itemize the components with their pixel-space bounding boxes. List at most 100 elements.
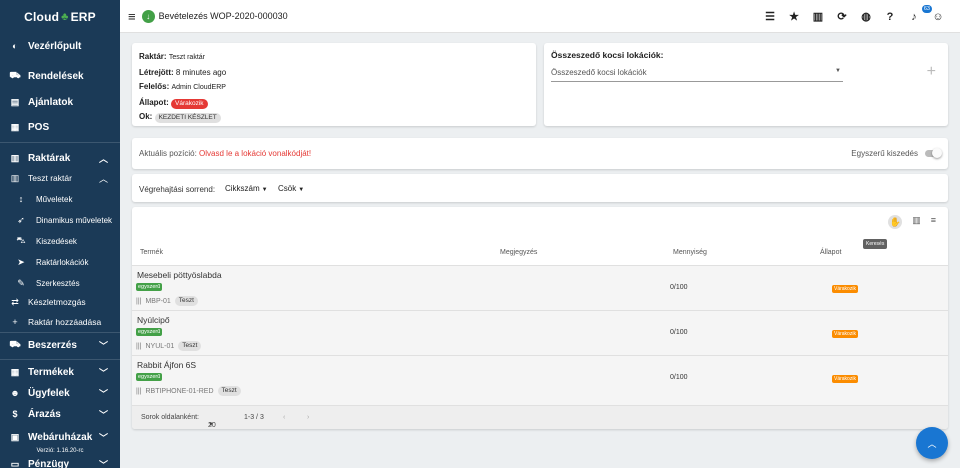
sidebar-item-pos[interactable]: ▦ POS bbox=[0, 119, 120, 135]
money-icon: ▭ bbox=[10, 458, 20, 468]
simple-tag: egyszerű bbox=[136, 373, 163, 381]
column-header-note[interactable]: Megjegyzés bbox=[500, 249, 537, 256]
sidebar: Cloud ♣ ERP ◐ Vezérlőpult ⛟ Rendelések ▤ Aj… bbox=[0, 0, 120, 468]
sidebar-item-dynamic-operations[interactable]: ➶ Dinamikus műveletek bbox=[0, 213, 120, 227]
sort-field-dropdown[interactable]: Cikkszám ▼ bbox=[225, 184, 268, 193]
caret-down-icon: ▼ bbox=[835, 68, 841, 74]
status-chip: Várakozik bbox=[171, 98, 208, 109]
chevron-down-icon: ﹀ bbox=[98, 388, 108, 399]
add-location-button[interactable]: + bbox=[927, 63, 936, 81]
table-toolbar: ✋ ▥ ≡ bbox=[888, 215, 936, 229]
chevron-down-icon: ﹀ bbox=[98, 367, 108, 378]
sidebar-item-test-warehouse[interactable]: ▥ Teszt raktár ︿ bbox=[0, 170, 120, 186]
sidebar-item-orders[interactable]: ⛟ Rendelések bbox=[0, 68, 120, 84]
pagination-range: 1-3 / 3 bbox=[244, 414, 264, 421]
status-badge: Várakozik bbox=[832, 330, 858, 338]
column-header-quantity[interactable]: Mennyiség bbox=[673, 249, 707, 256]
users-icon: ☻ bbox=[10, 388, 20, 398]
wrench-icon: ✎ bbox=[17, 277, 25, 288]
caret-down-icon: ▼ bbox=[208, 422, 214, 428]
cart-locations-card: Összeszedő kocsi lokációk: Összeszedő ko… bbox=[544, 43, 948, 126]
star-icon[interactable]: ★ bbox=[782, 10, 806, 23]
status-badge: Várakozik bbox=[832, 375, 858, 383]
arrows-icon: ⇄ bbox=[11, 296, 19, 307]
palette-icon: ◐ bbox=[12, 41, 18, 51]
sidebar-item-webshops[interactable]: ▣ Webáruházak ﹀ bbox=[0, 429, 120, 445]
divider bbox=[0, 332, 120, 333]
search-hand-icon[interactable]: ✋ bbox=[888, 215, 903, 229]
sidebar-item-products[interactable]: ▦ Termékek ﹀ bbox=[0, 364, 120, 380]
position-card: Aktuális pozíció: Olvasd le a lokáció vo… bbox=[132, 138, 948, 169]
info-card: Raktár: Teszt raktár Létrejött: 8 minute… bbox=[132, 43, 536, 126]
building-icon[interactable]: ▥ bbox=[806, 10, 830, 23]
refresh-icon[interactable]: ⟳ bbox=[830, 10, 854, 23]
warehouse-icon: ▥ bbox=[10, 172, 20, 183]
order-card: Végrehajtási sorrend: Cikkszám ▼ Csök ▼ bbox=[132, 174, 948, 202]
rocket-icon: ➶ bbox=[17, 214, 25, 225]
sidebar-item-dashboard[interactable]: ◐ Vezérlőpult bbox=[0, 38, 120, 54]
scroll-top-button[interactable]: ︿ bbox=[916, 427, 948, 459]
leaf-icon: ♣ bbox=[61, 10, 69, 23]
chevron-down-icon: ﹀ bbox=[98, 409, 108, 420]
caret-down-icon: ▼ bbox=[298, 187, 305, 193]
column-header-status[interactable]: Állapot bbox=[820, 249, 841, 256]
tag-chip: Teszt bbox=[174, 296, 198, 306]
help-icon[interactable]: ? bbox=[878, 11, 902, 23]
sidebar-item-stock-movement[interactable]: ⇄ Készletmozgás bbox=[0, 295, 120, 309]
page-title: Bevételezés WOP-2020-000030 bbox=[158, 11, 288, 21]
divider bbox=[0, 142, 120, 143]
checklist-icon[interactable]: ☰ bbox=[758, 10, 782, 23]
sidebar-item-pricing[interactable]: $ Árazás ﹀ bbox=[0, 406, 120, 422]
document-icon: ▤ bbox=[10, 96, 20, 107]
location-icon: ➤ bbox=[17, 256, 25, 267]
barcode-icon: ||| bbox=[136, 342, 142, 350]
table-row[interactable]: Mesebeli pöttyöslabda egyszerű ||| MBP-01… bbox=[132, 265, 948, 310]
chevron-up-icon: ︿ bbox=[98, 153, 108, 164]
sidebar-item-add-warehouse[interactable]: + Raktár hozzáadása bbox=[0, 315, 120, 329]
topbar: ≡ ↓ Bevételezés WOP-2020-000030 ☰ ★ ▥ ⟳ … bbox=[120, 0, 960, 33]
cart-locations-select[interactable]: Összeszedő kocsi lokációk ▼ bbox=[551, 68, 843, 82]
items-table-card: ✋ ▥ ≡ Keresés Termék Megjegyzés Mennyisé… bbox=[132, 207, 948, 429]
simple-tag: egyszerű bbox=[136, 283, 163, 291]
sidebar-item-edit[interactable]: ✎ Szerkesztés bbox=[0, 276, 120, 290]
sidebar-item-warehouses[interactable]: ▥ Raktárak ︿ bbox=[0, 150, 120, 166]
column-header-product[interactable]: Termék bbox=[140, 249, 163, 256]
prev-page-icon[interactable]: ‹ bbox=[283, 414, 285, 421]
sort-direction-dropdown[interactable]: Csök ▼ bbox=[278, 184, 304, 193]
sidebar-item-picking[interactable]: ⛍ Kiszedések bbox=[0, 234, 120, 248]
menu-icon[interactable]: ≡ bbox=[128, 9, 136, 24]
plus-icon: + bbox=[12, 317, 18, 327]
chevron-down-icon: ﹀ bbox=[98, 459, 108, 468]
sidebar-item-operations[interactable]: ↕ Műveletek bbox=[0, 192, 120, 206]
barcode-icon: ||| bbox=[136, 297, 142, 305]
chevron-down-icon: ﹀ bbox=[98, 432, 108, 443]
simple-picking-toggle[interactable] bbox=[925, 148, 942, 158]
chevron-up-icon: ︿ bbox=[98, 173, 108, 184]
sidebar-item-finance[interactable]: ▭ Pénzügy ﹀ bbox=[0, 457, 120, 468]
sidebar-item-locations[interactable]: ➤ Raktárlokációk bbox=[0, 255, 120, 269]
sidebar-item-purchasing[interactable]: ⛟ Beszerzés ﹀ bbox=[0, 337, 120, 353]
sidebar-item-customers[interactable]: ☻ Ügyfelek ﹀ bbox=[0, 385, 120, 401]
next-page-icon[interactable]: › bbox=[307, 414, 309, 421]
table-row[interactable]: Rabbit Ájfon 6S egyszerű ||| RBTIPHONE-01… bbox=[132, 355, 948, 405]
sidebar-item-quotes[interactable]: ▤ Ajánlatok bbox=[0, 94, 120, 110]
tag-chip: Teszt bbox=[217, 386, 241, 396]
bell-icon[interactable]: ♪ bbox=[902, 11, 926, 23]
simple-tag: egyszerű bbox=[136, 328, 163, 336]
table-row[interactable]: Nyúlcipő egyszerű ||| NYUL-01 Teszt 0/100 … bbox=[132, 310, 948, 355]
pos-icon: ▦ bbox=[10, 121, 20, 132]
version-label: Verzió: 1.16.20-rc bbox=[36, 448, 84, 454]
barcode-icon: ||| bbox=[136, 387, 142, 395]
table-footer: Sorok oldalanként: 20 ▼ 1-3 / 3 ‹ › bbox=[132, 405, 948, 429]
notification-badge: 63 bbox=[921, 5, 932, 13]
reason-chip: KEZDETI KÉSZLET bbox=[154, 113, 221, 123]
columns-icon[interactable]: ▥ bbox=[912, 215, 921, 229]
products-icon: ▦ bbox=[10, 366, 20, 377]
caret-down-icon: ▼ bbox=[261, 187, 268, 193]
globe-icon[interactable]: ◍ bbox=[854, 10, 878, 23]
filter-icon[interactable]: ≡ bbox=[931, 215, 936, 229]
dolly-icon: ⛍ bbox=[16, 235, 26, 245]
cart-icon: ⛟ bbox=[9, 70, 21, 80]
divider bbox=[0, 359, 120, 360]
brand-logo[interactable]: Cloud ♣ ERP bbox=[0, 0, 120, 33]
